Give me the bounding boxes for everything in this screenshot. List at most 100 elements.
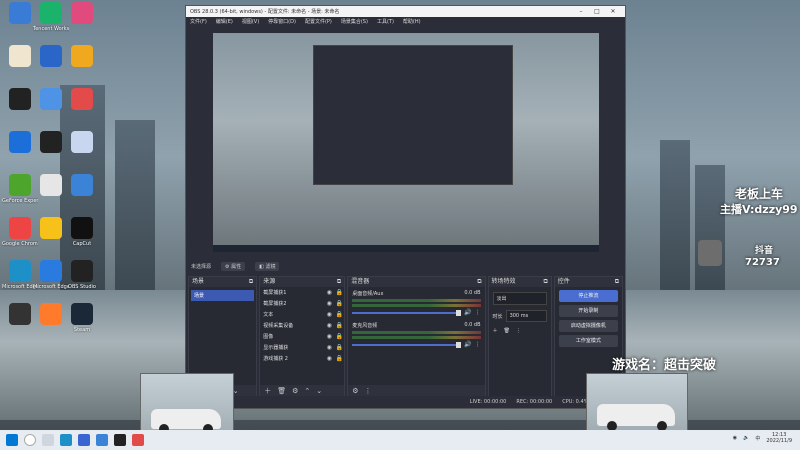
lock-icon[interactable]: 🔒 — [334, 355, 344, 362]
volume-slider[interactable] — [352, 341, 462, 348]
close-icon[interactable]: ✕ — [605, 8, 621, 15]
eye-icon[interactable]: ◉ — [324, 322, 334, 329]
desktop-icon-label: Steam — [73, 327, 91, 333]
add-icon[interactable]: ＋ — [493, 327, 498, 334]
maximize-icon[interactable]: □ — [589, 8, 605, 15]
clock[interactable]: 12:13 2022/11/9 — [766, 432, 792, 444]
app-icon[interactable] — [78, 434, 90, 446]
start-recording-button[interactable]: 开始录制 — [558, 305, 618, 317]
source-item[interactable]: 视频采集设备 ◉ 🔒 — [260, 320, 344, 331]
speaker-icon[interactable]: 🔊 — [464, 309, 471, 316]
desktop-icon[interactable]: Steam — [64, 303, 100, 333]
desktop-icon[interactable] — [64, 45, 100, 69]
menu-help[interactable]: 帮助(H) — [403, 18, 421, 25]
eye-icon[interactable]: ◉ — [324, 311, 334, 318]
source-toolbar: 未选择源 ⚙ 属性 ◧ 滤镜 — [186, 260, 625, 272]
more-icon[interactable]: ⋮ — [516, 328, 521, 334]
speaker-icon[interactable]: 🔈 — [743, 435, 749, 441]
source-item[interactable]: 显示器捕获 ◉ 🔒 — [260, 342, 344, 353]
lock-icon[interactable]: 🔒 — [334, 289, 344, 296]
remove-icon[interactable]: 🗑 — [504, 328, 510, 334]
dock-menu-icon[interactable]: ⧉ — [544, 277, 548, 287]
app-icon — [40, 88, 62, 110]
more-icon[interactable]: ⋮ — [475, 341, 481, 348]
obs-titlebar[interactable]: OBS 28.0.3 (64-bit, windows) - 配置文件: 未命名… — [186, 6, 625, 17]
properties-button[interactable]: ⚙ 属性 — [221, 261, 246, 271]
menu-file[interactable]: 文件(F) — [190, 18, 207, 25]
minimize-icon[interactable]: – — [573, 8, 589, 15]
search-icon[interactable] — [24, 434, 36, 446]
source-item[interactable]: 图像 ◉ 🔒 — [260, 331, 344, 342]
add-icon[interactable]: ＋ — [264, 386, 271, 396]
volume-slider[interactable] — [352, 309, 462, 316]
desktop-icon[interactable] — [64, 2, 100, 26]
no-source-label: 未选择源 — [191, 263, 212, 270]
source-item[interactable]: 截屏捕获1 ◉ 🔒 — [260, 287, 344, 298]
source-item[interactable]: 截屏捕获2 ◉ 🔒 — [260, 298, 344, 309]
app-icon[interactable] — [132, 434, 144, 446]
mixer-title: 混音器 — [351, 278, 370, 285]
filters-button[interactable]: ◧ 滤镜 — [255, 261, 280, 271]
dock-menu-icon[interactable]: ⧉ — [249, 277, 253, 287]
ime-label[interactable]: 中 — [755, 435, 760, 442]
desktop-icon[interactable]: OBS Studio — [64, 260, 100, 290]
preview-canvas[interactable] — [213, 33, 599, 252]
remove-icon[interactable]: 🗑 — [277, 387, 286, 395]
menu-docks[interactable]: 停靠窗口(D) — [268, 18, 296, 25]
chevron-up-icon[interactable]: ⌃ — [304, 387, 310, 395]
desktop-icon[interactable] — [64, 131, 100, 155]
studio-mode-button[interactable]: 工作室模式 — [558, 335, 618, 347]
source-name: 文本 — [263, 312, 274, 318]
eye-icon[interactable]: ◉ — [324, 333, 334, 340]
menu-view[interactable]: 视图(V) — [242, 18, 259, 25]
more-icon[interactable]: ⋮ — [475, 309, 481, 316]
speaker-icon[interactable]: 🔊 — [464, 341, 471, 348]
edge-icon[interactable] — [60, 434, 72, 446]
duration-input[interactable]: 300 ms — [505, 310, 547, 322]
eye-icon[interactable]: ◉ — [324, 344, 334, 351]
gear-icon[interactable]: ⚙ — [292, 387, 298, 395]
app-icon[interactable] — [96, 434, 108, 446]
source-name: 截屏捕获1 — [263, 290, 287, 296]
virtual-camera-button[interactable]: 启动虚拟摄像机 — [558, 320, 618, 332]
app-icon — [40, 174, 62, 196]
lock-icon[interactable]: 🔒 — [334, 311, 344, 318]
dock-menu-icon[interactable]: ⧉ — [615, 277, 619, 287]
desktop-icon[interactable] — [64, 174, 100, 198]
lock-icon[interactable]: 🔒 — [334, 300, 344, 307]
network-icon[interactable]: ◉ — [733, 435, 737, 441]
eye-icon[interactable]: ◉ — [324, 355, 334, 362]
source-item[interactable]: 文本 ◉ 🔒 — [260, 309, 344, 320]
chevron-down-icon[interactable]: ⌄ — [316, 387, 322, 395]
dock-menu-icon[interactable]: ⧉ — [477, 277, 481, 287]
dock-menu-icon[interactable]: ⧉ — [337, 277, 341, 287]
app-icon — [71, 260, 93, 282]
scene-item[interactable]: 场景 — [191, 290, 255, 301]
task-view-icon[interactable] — [42, 434, 54, 446]
obs-window[interactable]: OBS 28.0.3 (64-bit, windows) - 配置文件: 未命名… — [185, 5, 626, 409]
gear-icon[interactable]: ⚙ — [352, 387, 358, 395]
mixer-channel: 麦克风音频 0.0 dB 🔊 ⋮ — [348, 319, 484, 351]
bg-building — [115, 120, 155, 310]
desktop-icon[interactable]: CapCut — [64, 217, 100, 247]
eye-icon[interactable]: ◉ — [324, 300, 334, 307]
eye-icon[interactable]: ◉ — [324, 289, 334, 296]
obs-icon[interactable] — [114, 434, 126, 446]
stop-streaming-button[interactable]: 停止推流 — [558, 290, 618, 302]
windows-start-icon[interactable] — [6, 434, 18, 446]
transition-select[interactable]: 淡出 — [492, 292, 547, 305]
menu-profile[interactable]: 配置文件(P) — [305, 18, 332, 25]
lock-icon[interactable]: 🔒 — [334, 322, 344, 329]
desktop-icon[interactable] — [64, 88, 100, 112]
lock-icon[interactable]: 🔒 — [334, 344, 344, 351]
menu-edit[interactable]: 编辑(E) — [216, 18, 233, 25]
desktop-icon-label: Google Chrome — [2, 241, 38, 247]
channel-db: 0.0 dB — [464, 322, 481, 328]
source-item[interactable]: 游戏捕获 2 ◉ 🔒 — [260, 353, 344, 364]
more-icon[interactable]: ⋮ — [364, 387, 371, 395]
lock-icon[interactable]: 🔒 — [334, 333, 344, 340]
menu-tools[interactable]: 工具(T) — [377, 18, 394, 25]
menu-scene-collection[interactable]: 场景集合(S) — [341, 18, 368, 25]
bg-building — [695, 165, 725, 305]
mixer-dock: 混音器 ⧉ 桌面音频/Aux 0.0 dB 🔊 ⋮ 麦克风音频 0.0 dB 🔊 ⋮ ⚙ … — [347, 276, 486, 398]
